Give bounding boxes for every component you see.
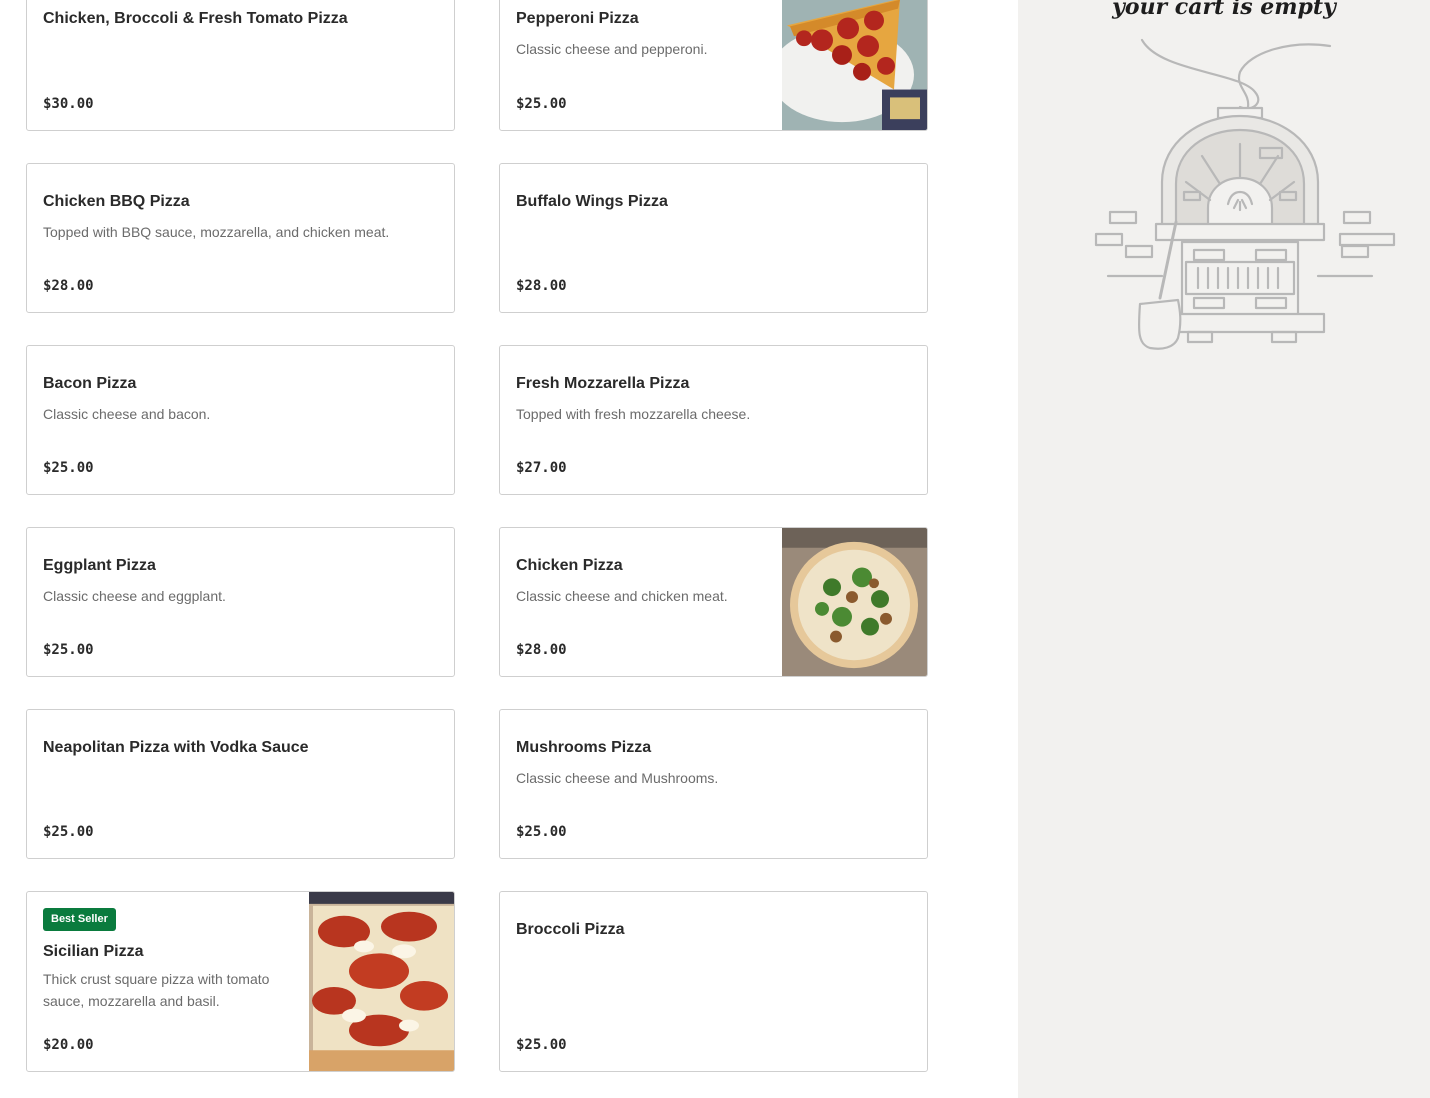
menu-item-card[interactable]: Eggplant Pizza Classic cheese and eggpla… [26, 527, 455, 677]
menu-item-card[interactable]: Fresh Mozzarella Pizza Topped with fresh… [499, 345, 928, 495]
item-name: Buffalo Wings Pizza [516, 193, 668, 210]
item-name: Sicilian Pizza [43, 943, 144, 960]
item-name: Eggplant Pizza [43, 557, 156, 574]
chicken-pizza-photo [782, 528, 927, 676]
item-description: Classic cheese and eggplant. [43, 588, 226, 604]
menu-item-card[interactable]: Chicken, Broccoli & Fresh Tomato Pizza $… [26, 0, 455, 131]
item-price: $20.00 [43, 1037, 94, 1053]
sicilian-pizza-photo [309, 892, 454, 1071]
item-description: Classic cheese and pepperoni. [516, 41, 708, 57]
item-name: Mushrooms Pizza [516, 739, 652, 756]
menu-items-grid: Chicken, Broccoli & Fresh Tomato Pizza $… [0, 0, 1018, 1098]
item-description: Classic cheese and chicken meat. [516, 588, 728, 604]
item-name: Broccoli Pizza [516, 921, 625, 938]
menu-item-card[interactable]: Buffalo Wings Pizza $28.00 [499, 163, 928, 313]
item-price: $28.00 [43, 278, 94, 294]
menu-item-card[interactable]: Chicken BBQ Pizza Topped with BBQ sauce,… [26, 163, 455, 313]
menu-item-card[interactable]: Mushrooms Pizza Classic cheese and Mushr… [499, 709, 928, 859]
cart-empty-message: your cart is empty [1112, 0, 1336, 20]
best-seller-badge: Best Seller [43, 908, 116, 931]
menu-item-card[interactable]: Broccoli Pizza $25.00 [499, 891, 928, 1072]
item-name: Pepperoni Pizza [516, 10, 639, 27]
item-name: Neapolitan Pizza with Vodka Sauce [43, 739, 309, 756]
item-price: $25.00 [516, 96, 567, 112]
item-price: $25.00 [516, 1037, 567, 1053]
item-price: $25.00 [43, 824, 94, 840]
item-price: $28.00 [516, 278, 567, 294]
item-name: Chicken, Broccoli & Fresh Tomato Pizza [43, 10, 348, 27]
menu-item-card[interactable]: Chicken Pizza Classic cheese and chicken… [499, 527, 928, 677]
item-price: $25.00 [516, 824, 567, 840]
item-description: Classic cheese and bacon. [43, 406, 211, 422]
menu-item-card[interactable]: Bacon Pizza Classic cheese and bacon. $2… [26, 345, 455, 495]
pepperoni-slice-photo [782, 0, 927, 130]
item-price: $30.00 [43, 96, 94, 112]
item-price: $25.00 [43, 460, 94, 476]
item-price: $27.00 [516, 460, 567, 476]
item-description: Thick crust square pizza with tomato sau… [43, 971, 270, 1009]
item-price: $28.00 [516, 642, 567, 658]
item-name: Chicken Pizza [516, 557, 623, 574]
menu-item-card[interactable]: Neapolitan Pizza with Vodka Sauce $25.00 [26, 709, 455, 859]
item-description: Topped with fresh mozzarella cheese. [516, 406, 751, 422]
menu-item-card[interactable]: Best Seller Sicilian Pizza Thick crust s… [26, 891, 455, 1072]
item-name: Bacon Pizza [43, 375, 137, 392]
cart-panel: your cart is empty [1018, 0, 1430, 1098]
item-price: $25.00 [43, 642, 94, 658]
menu-item-card[interactable]: Pepperoni Pizza Classic cheese and peppe… [499, 0, 928, 131]
pizza-oven-icon [1090, 32, 1400, 354]
item-description: Classic cheese and Mushrooms. [516, 770, 719, 786]
item-name: Fresh Mozzarella Pizza [516, 375, 690, 392]
item-name: Chicken BBQ Pizza [43, 193, 190, 210]
item-description: Topped with BBQ sauce, mozzarella, and c… [43, 224, 390, 240]
